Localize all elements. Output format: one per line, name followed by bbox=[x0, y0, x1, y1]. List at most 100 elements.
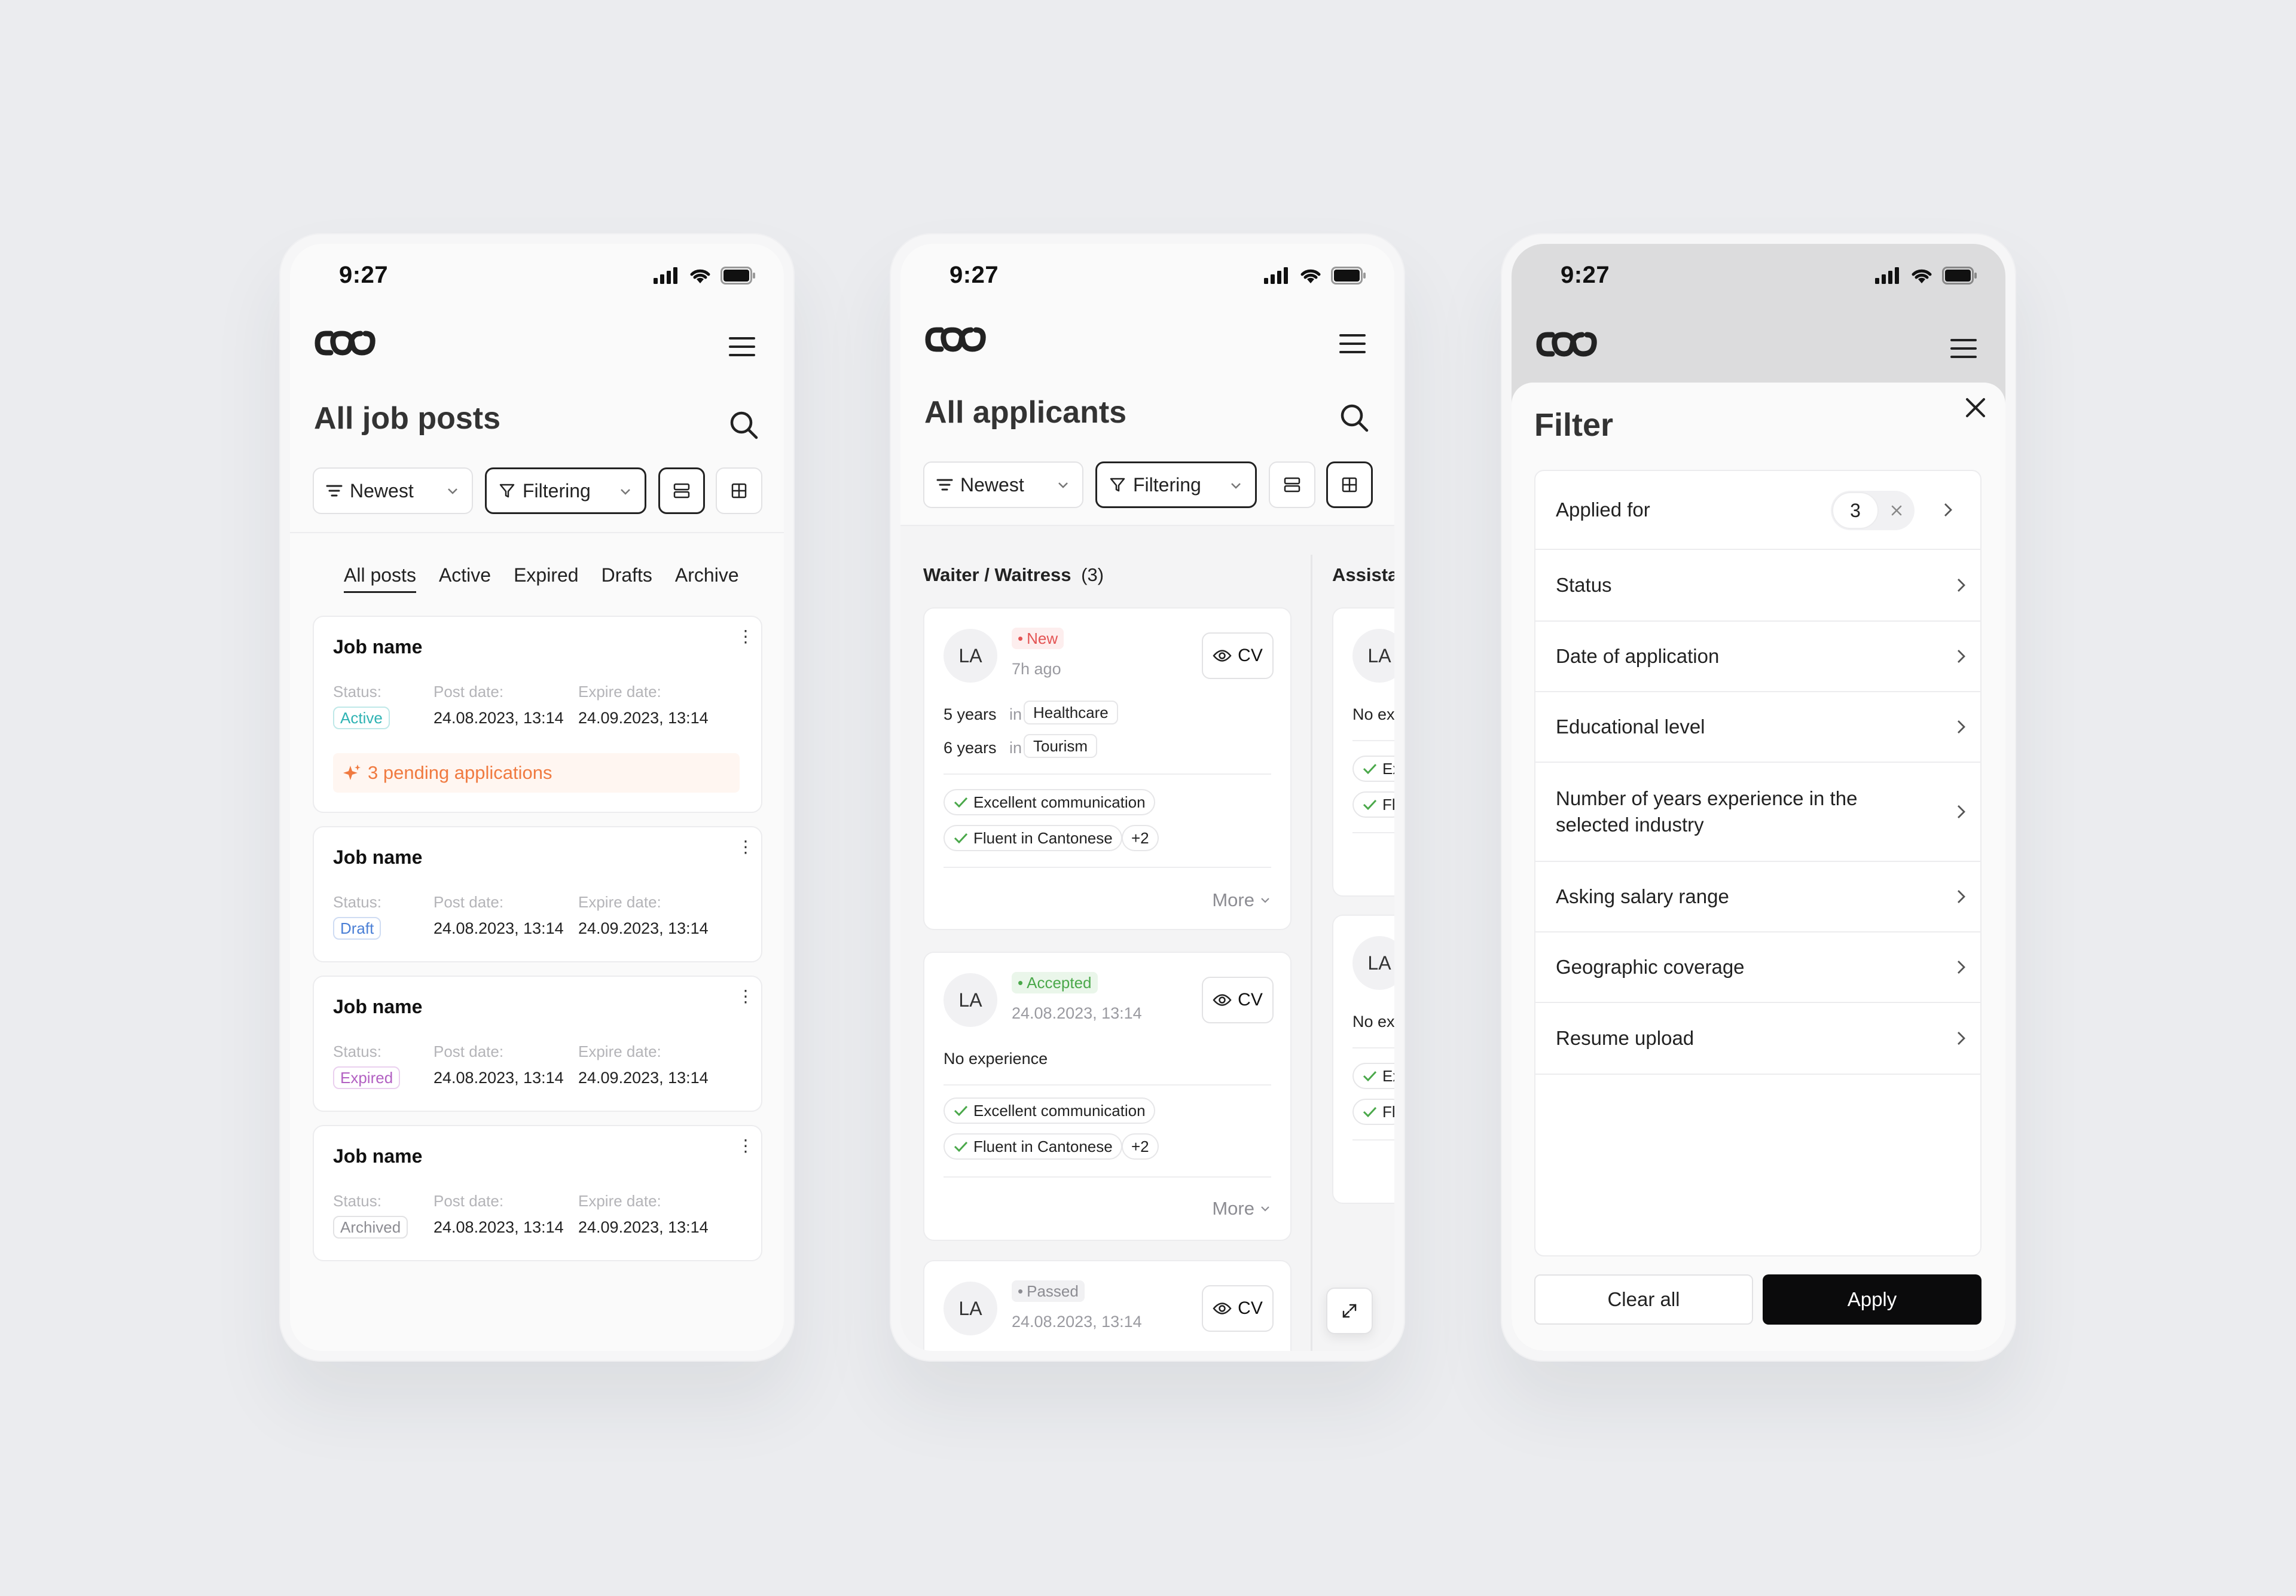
more-label: More bbox=[1212, 1198, 1254, 1219]
status-badge: Archived bbox=[333, 1216, 408, 1239]
screen-filter: 9:27 Filter Applied for 3 Status Date of… bbox=[1512, 244, 2005, 1351]
view-cv-button[interactable]: CV bbox=[1202, 632, 1274, 679]
menu-icon[interactable] bbox=[729, 337, 755, 357]
extra-skills-chip[interactable]: +2 bbox=[1122, 825, 1159, 851]
tab-all-posts[interactable]: All posts bbox=[344, 564, 416, 593]
experience-years: 6 years bbox=[944, 739, 997, 757]
expand-button[interactable] bbox=[1326, 1288, 1373, 1334]
more-options-icon[interactable]: ⋮ bbox=[737, 1138, 754, 1154]
more-link[interactable]: More bbox=[1212, 1198, 1271, 1219]
filter-row-years-experience[interactable]: Number of years experience in the select… bbox=[1535, 763, 1980, 862]
filter-row-applied-for[interactable]: Applied for 3 bbox=[1535, 471, 1980, 550]
list-view-button[interactable] bbox=[658, 467, 705, 514]
cv-label: CV bbox=[1238, 990, 1263, 1010]
tab-active[interactable]: Active bbox=[439, 564, 491, 593]
count-bubble: 3 bbox=[1832, 492, 1879, 529]
experience-years: 5 years bbox=[944, 705, 997, 723]
skill-chip: Fl bbox=[1352, 1099, 1394, 1125]
expand-icon bbox=[1342, 1304, 1357, 1318]
status-icons bbox=[654, 267, 756, 285]
tab-archive[interactable]: Archive bbox=[675, 564, 739, 593]
search-icon[interactable] bbox=[729, 410, 759, 440]
skill-label: Fluent in Cantonese bbox=[973, 1137, 1113, 1155]
applied-time: 7h ago bbox=[1012, 660, 1061, 678]
more-options-icon[interactable]: ⋮ bbox=[737, 988, 754, 1005]
more-link[interactable]: More bbox=[1212, 889, 1271, 911]
applicant-card[interactable]: LA • New 7h ago CV 5 years in Healthcare … bbox=[923, 607, 1292, 930]
tab-drafts[interactable]: Drafts bbox=[602, 564, 652, 593]
tab-expired[interactable]: Expired bbox=[514, 564, 579, 593]
filter-dropdown[interactable]: Filtering bbox=[485, 467, 646, 514]
applied-for-count: 3 bbox=[1850, 499, 1861, 521]
menu-icon[interactable] bbox=[1339, 334, 1366, 354]
status-badge: Expired bbox=[333, 1066, 401, 1089]
filter-row-geographic-coverage[interactable]: Geographic coverage bbox=[1535, 932, 1980, 1003]
cv-label: CV bbox=[1238, 646, 1263, 665]
close-icon[interactable] bbox=[1964, 396, 1987, 420]
pending-applications-banner[interactable]: 3 pending applications bbox=[333, 753, 740, 793]
job-name: Job name bbox=[333, 996, 423, 1017]
status-text: Passed bbox=[1027, 1282, 1079, 1300]
brand-logo[interactable] bbox=[314, 329, 383, 357]
extra-skills-chip[interactable]: +2 bbox=[1122, 1133, 1159, 1160]
expire-date: 24.09.2023, 13:14 bbox=[578, 919, 709, 937]
job-card[interactable]: Job name ⋮ Status: Post date: Expire dat… bbox=[313, 616, 762, 813]
more-options-icon[interactable]: ⋮ bbox=[737, 839, 754, 855]
more-options-icon[interactable]: ⋮ bbox=[737, 628, 754, 645]
sort-dropdown[interactable]: Newest bbox=[313, 467, 473, 514]
filter-dropdown[interactable]: Filtering bbox=[1095, 461, 1257, 508]
check-icon bbox=[954, 833, 968, 844]
list-view-button[interactable] bbox=[1269, 461, 1315, 508]
grid-view-button[interactable] bbox=[716, 467, 762, 514]
chevron-right-icon bbox=[1958, 961, 1965, 974]
filter-row-status[interactable]: Status bbox=[1535, 550, 1980, 622]
brand-logo bbox=[1536, 332, 1597, 357]
check-icon bbox=[954, 1105, 968, 1117]
view-cv-button[interactable]: CV bbox=[1202, 977, 1274, 1023]
filter-row-educational-level[interactable]: Educational level bbox=[1535, 692, 1980, 763]
brand-logo[interactable] bbox=[924, 325, 994, 354]
applied-time: 24.08.2023, 13:14 bbox=[1012, 1313, 1142, 1331]
clear-all-button[interactable]: Clear all bbox=[1534, 1274, 1753, 1325]
status-dot: • bbox=[1018, 973, 1024, 992]
sort-label: Newest bbox=[960, 473, 1024, 496]
sort-dropdown[interactable]: Newest bbox=[923, 461, 1083, 508]
applied-for-count-chip[interactable]: 3 bbox=[1831, 491, 1915, 530]
phone-filter: 9:27 Filter Applied for 3 Status Date of… bbox=[1501, 233, 2016, 1362]
job-card[interactable]: Job name ⋮ Status: Post date: Expire dat… bbox=[313, 976, 762, 1112]
status-label: Status: bbox=[333, 1192, 381, 1210]
applicant-card[interactable]: LA • Passed 24.08.2023, 13:14 CV bbox=[923, 1260, 1292, 1351]
applicant-card[interactable]: LA No ex Ex Fl bbox=[1332, 607, 1394, 897]
status-label: Status: bbox=[333, 683, 381, 701]
job-card[interactable]: Job name ⋮ Status: Post date: Expire dat… bbox=[313, 826, 762, 962]
job-card[interactable]: Job name ⋮ Status: Post date: Expire dat… bbox=[313, 1125, 762, 1261]
filter-row-date-of-application[interactable]: Date of application bbox=[1535, 622, 1980, 692]
filter-row-label: Applied for bbox=[1556, 499, 1650, 521]
job-name: Job name bbox=[333, 636, 423, 658]
list-view-icon bbox=[673, 483, 690, 499]
avatar: LA bbox=[1352, 936, 1394, 990]
status-dot: • bbox=[1018, 629, 1024, 647]
filter-label: Filtering bbox=[1133, 473, 1201, 496]
status-time: 9:27 bbox=[339, 262, 389, 288]
avatar: LA bbox=[944, 629, 997, 683]
view-cv-button[interactable]: CV bbox=[1202, 1285, 1274, 1332]
grid-view-button[interactable] bbox=[1326, 461, 1373, 508]
card-divider bbox=[944, 1176, 1271, 1178]
job-name: Job name bbox=[333, 1145, 423, 1167]
column-title-second: Assista bbox=[1332, 564, 1394, 585]
filter-row-resume-upload[interactable]: Resume upload bbox=[1535, 1003, 1980, 1075]
search-icon[interactable] bbox=[1339, 403, 1369, 433]
filter-row-label: Geographic coverage bbox=[1556, 956, 1745, 978]
check-icon bbox=[1363, 1071, 1377, 1082]
applicant-card[interactable]: LA • Accepted 24.08.2023, 13:14 CV No exp… bbox=[923, 952, 1292, 1241]
wifi-icon bbox=[690, 269, 710, 283]
expire-date-label: Expire date: bbox=[578, 683, 661, 701]
apply-button[interactable]: Apply bbox=[1763, 1274, 1981, 1325]
applicant-card[interactable]: LA No ex Ex Fl bbox=[1332, 915, 1394, 1204]
card-divider bbox=[944, 773, 1271, 775]
clear-count-icon[interactable] bbox=[1889, 503, 1904, 518]
post-date-label: Post date: bbox=[433, 1192, 504, 1210]
column-count: (3) bbox=[1081, 564, 1104, 585]
filter-row-salary-range[interactable]: Asking salary range bbox=[1535, 862, 1980, 932]
